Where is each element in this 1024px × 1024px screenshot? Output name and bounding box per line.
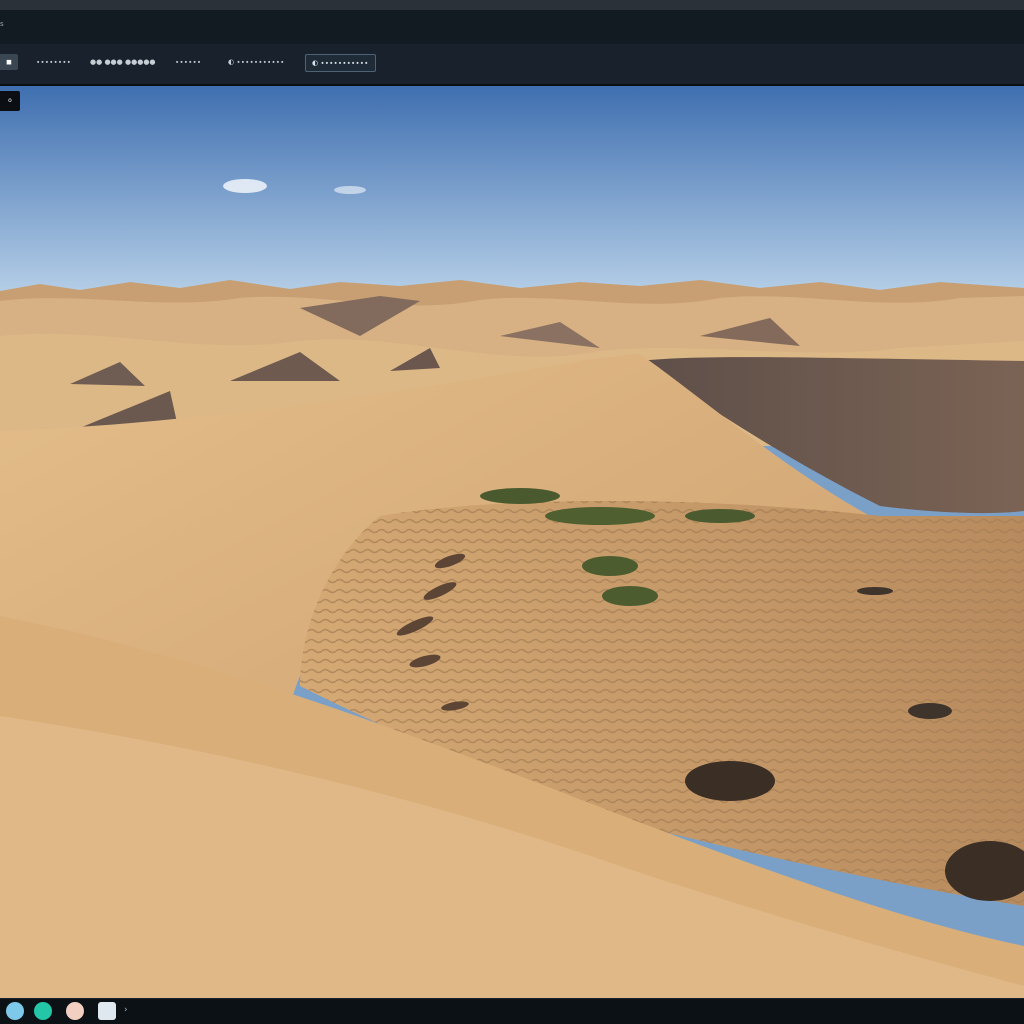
- taskbar: ›: [0, 998, 1024, 1024]
- desert-dunes-image: [0, 86, 1024, 998]
- globe-icon[interactable]: [6, 1002, 24, 1020]
- window-title: s: [0, 20, 4, 28]
- viewer-badge: o: [0, 91, 20, 111]
- taskbar-more-icon[interactable]: ›: [124, 1005, 128, 1015]
- toolbar-item-1[interactable]: ∙∙∙∙∙∙∙∙: [36, 54, 71, 70]
- toolbar-item-3[interactable]: ∙∙∙∙∙∙: [175, 54, 201, 70]
- colorful-app-icon[interactable]: [66, 1002, 84, 1020]
- toolbar-item-active[interactable]: ◐ ∙∙∙∙∙∙∙∙∙∙∙: [305, 54, 376, 72]
- top-strip: [0, 0, 1024, 10]
- title-bar: [0, 10, 1024, 44]
- image-viewer: [0, 86, 1024, 998]
- mail-icon[interactable]: [98, 1002, 116, 1020]
- toolbar-home-button[interactable]: ◼: [0, 54, 18, 70]
- teal-app-icon[interactable]: [34, 1002, 52, 1020]
- toolbar-item-4[interactable]: ◐ ∙∙∙∙∙∙∙∙∙∙∙: [228, 54, 285, 70]
- toolbar-item-2[interactable]: ●● ●●● ●●●●●: [90, 54, 156, 70]
- toolbar: ◼ ∙∙∙∙∙∙∙∙ ●● ●●● ●●●●● ∙∙∙∙∙∙ ◐ ∙∙∙∙∙∙∙…: [0, 44, 1024, 86]
